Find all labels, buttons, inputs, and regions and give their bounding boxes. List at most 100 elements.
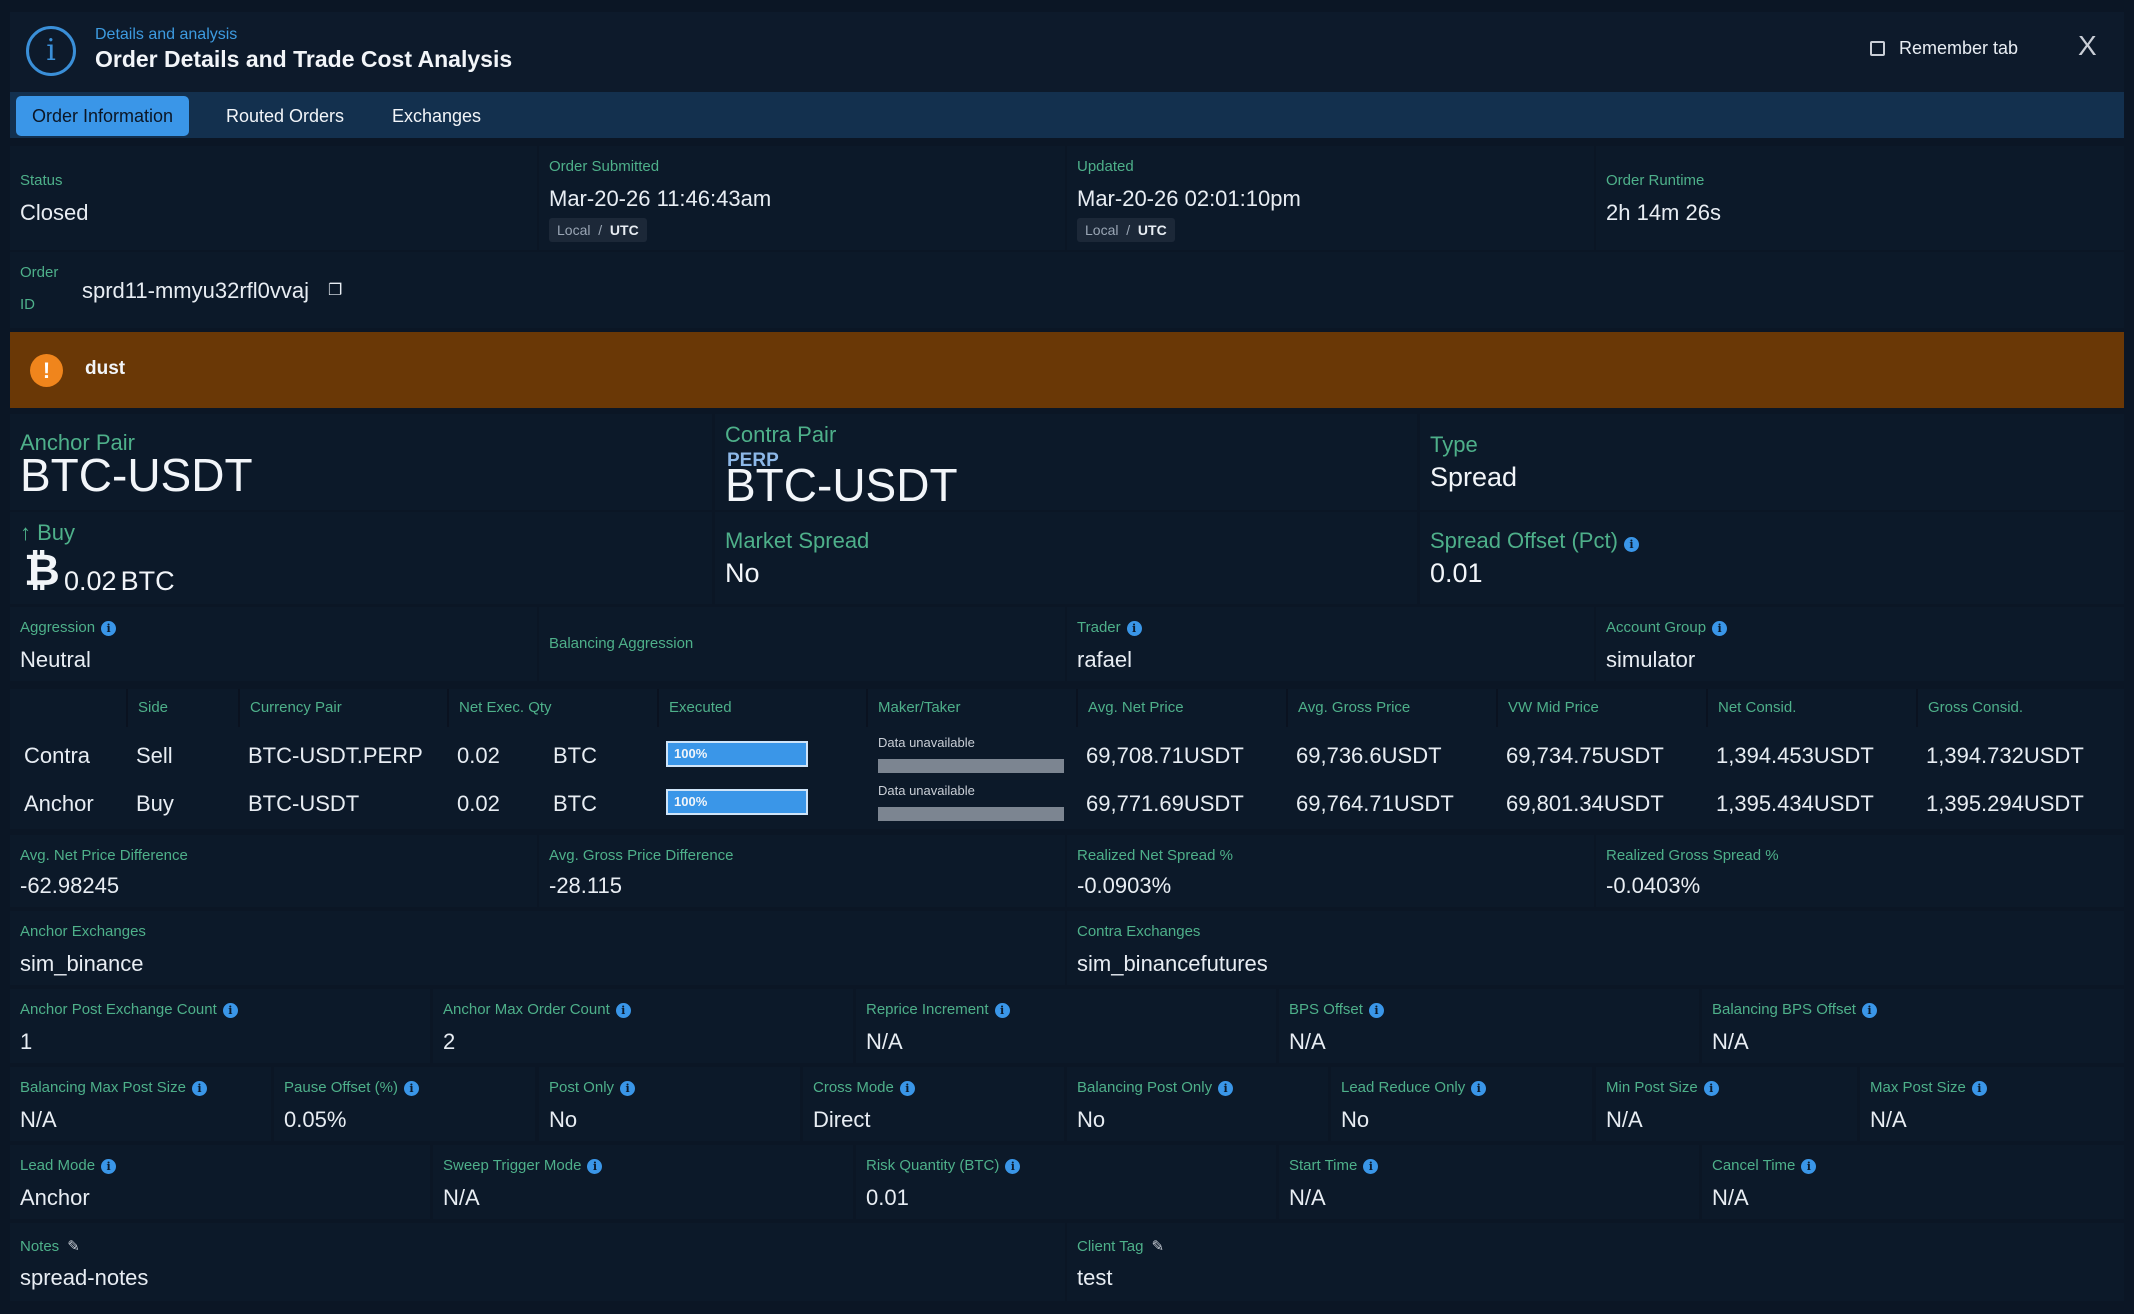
info-icon[interactable]: i bbox=[1363, 1159, 1379, 1174]
param-value: N/A bbox=[1712, 1185, 1749, 1210]
balancing-max-post-size-cell: Balancing Max Post Size i N/A bbox=[10, 1067, 271, 1141]
info-icon[interactable]: i bbox=[1801, 1159, 1817, 1174]
timezone-toggle[interactable]: Local / UTC bbox=[549, 218, 647, 242]
side-qty-cell: ↑ Buy ₿ 0.02 BTC bbox=[10, 512, 712, 604]
type-cell: Type Spread bbox=[1420, 414, 2124, 510]
param-value: N/A bbox=[1870, 1107, 1907, 1132]
status-label: Status bbox=[20, 172, 63, 189]
post-only-cell: Post Only i No bbox=[539, 1067, 800, 1141]
gross-diff-cell: Avg. Gross Price Difference -28.115 bbox=[539, 835, 1065, 907]
spread-offset-cell: Spread Offset (Pct) i 0.01 bbox=[1420, 512, 2124, 604]
spread-offset-label: Spread Offset (Pct) i bbox=[1430, 528, 1639, 554]
maker-taker-label: Data unavailable bbox=[878, 783, 975, 798]
market-spread-label: Market Spread bbox=[725, 528, 870, 553]
account-group-value: simulator bbox=[1606, 647, 1696, 672]
tab-routed-orders[interactable]: Routed Orders bbox=[210, 96, 360, 136]
avg-gross-price: 69,736.6USDT bbox=[1296, 743, 1442, 768]
contra-pair-value: BTC-USDT bbox=[725, 459, 958, 511]
info-icon[interactable]: i bbox=[1623, 537, 1639, 552]
leg-pair: BTC-USDT bbox=[248, 791, 360, 816]
close-icon[interactable]: X bbox=[2078, 32, 2097, 60]
contra-exchanges-label: Contra Exchanges bbox=[1077, 923, 1201, 940]
order-details-modal: i Details and analysis Order Details and… bbox=[0, 0, 2134, 1314]
avg-gross-price: 69,764.71USDT bbox=[1296, 791, 1454, 816]
info-icon[interactable]: i bbox=[899, 1081, 915, 1096]
leg-pair: BTC-USDT.PERP bbox=[248, 743, 423, 768]
param-label: Min Post Size i bbox=[1606, 1079, 1719, 1096]
info-icon[interactable]: i bbox=[994, 1003, 1010, 1018]
remember-tab-toggle[interactable]: Remember tab bbox=[1870, 38, 2018, 59]
param-value: N/A bbox=[866, 1029, 903, 1054]
info-icon[interactable]: i bbox=[1861, 1003, 1877, 1018]
info-icon[interactable]: i bbox=[101, 1159, 117, 1174]
info-icon[interactable]: i bbox=[403, 1081, 419, 1096]
banner-text: dust bbox=[85, 358, 126, 379]
info-icon[interactable]: i bbox=[1368, 1003, 1384, 1018]
pencil-icon[interactable]: ✎ bbox=[1151, 1238, 1164, 1255]
col-avg-gross-price: Avg. Gross Price bbox=[1286, 689, 1410, 727]
param-label: Reprice Increment i bbox=[866, 1001, 1010, 1018]
notes-value: spread-notes bbox=[20, 1265, 149, 1290]
trader-value: rafael bbox=[1077, 647, 1133, 672]
param-label: Cancel Time i bbox=[1712, 1157, 1817, 1174]
net-spread-cell: Realized Net Spread % -0.0903% bbox=[1067, 835, 1594, 907]
gross-diff-label: Avg. Gross Price Difference bbox=[549, 847, 734, 864]
market-spread-value: No bbox=[725, 558, 760, 588]
anchor-exchanges-label: Anchor Exchanges bbox=[20, 923, 146, 940]
col-avg-net-price: Avg. Net Price bbox=[1076, 689, 1184, 727]
param-value: N/A bbox=[1289, 1185, 1326, 1210]
param-label: Anchor Post Exchange Count i bbox=[20, 1001, 238, 1018]
tab-exchanges[interactable]: Exchanges bbox=[376, 96, 497, 136]
copy-icon[interactable]: ❐ bbox=[328, 280, 342, 300]
anchor-post-exchange-count-cell: Anchor Post Exchange Count i 1 bbox=[10, 989, 430, 1063]
info-icon[interactable]: i bbox=[1218, 1081, 1234, 1096]
info-icon[interactable]: i bbox=[615, 1003, 631, 1018]
type-label: Type bbox=[1430, 432, 1478, 457]
param-label: Cross Mode i bbox=[813, 1079, 915, 1096]
gross-spread-value: -0.0403% bbox=[1606, 873, 1701, 898]
account-group-cell: Account Group i simulator bbox=[1596, 607, 2124, 681]
side-label: Buy bbox=[37, 520, 76, 545]
col-side: Side bbox=[126, 689, 168, 727]
warning-icon: ! bbox=[30, 354, 63, 387]
tab-order-information[interactable]: Order Information bbox=[16, 96, 190, 136]
account-group-label: Account Group i bbox=[1606, 619, 1728, 636]
leg-name: Contra bbox=[24, 743, 91, 768]
col-currency-pair: Currency Pair bbox=[238, 689, 342, 727]
param-value: N/A bbox=[20, 1107, 57, 1132]
anchor-pair-value: BTC-USDT bbox=[20, 449, 253, 501]
param-label: Max Post Size i bbox=[1870, 1079, 1987, 1096]
balancing-aggression-cell: Balancing Aggression bbox=[539, 607, 1065, 681]
info-icon[interactable]: i bbox=[101, 621, 117, 636]
leg-name: Anchor bbox=[24, 791, 94, 816]
col-net-exec-qty: Net Exec. Qty bbox=[447, 689, 552, 727]
param-value: 2 bbox=[443, 1029, 456, 1054]
info-icon[interactable]: i bbox=[222, 1003, 238, 1018]
anchor-pair-cell: Anchor Pair BTC-USDT bbox=[10, 414, 712, 510]
info-icon[interactable]: i bbox=[587, 1159, 603, 1174]
order-id-label-1: Order bbox=[20, 264, 59, 281]
contra-exchanges-value: sim_binancefutures bbox=[1077, 951, 1268, 976]
info-icon[interactable]: i bbox=[191, 1081, 207, 1096]
order-id-value: sprd11-mmyu32rfl0vvaj bbox=[82, 278, 310, 303]
param-value: Direct bbox=[813, 1107, 871, 1132]
balancing-aggression-label: Balancing Aggression bbox=[549, 635, 694, 652]
max-post-size-cell: Max Post Size i N/A bbox=[1860, 1067, 2124, 1141]
notes-cell: Notes ✎ spread-notes bbox=[10, 1223, 1065, 1301]
order-runtime-label: Order Runtime bbox=[1606, 172, 1705, 189]
balancing-bps-offset-cell: Balancing BPS Offset i N/A bbox=[1702, 989, 2124, 1063]
info-icon[interactable]: i bbox=[1471, 1081, 1487, 1096]
param-value: No bbox=[549, 1107, 578, 1132]
remember-tab-checkbox[interactable] bbox=[1870, 41, 1885, 56]
info-icon[interactable]: i bbox=[1703, 1081, 1719, 1096]
pencil-icon[interactable]: ✎ bbox=[67, 1238, 80, 1255]
min-post-size-cell: Min Post Size i N/A bbox=[1596, 1067, 1857, 1141]
info-icon: i bbox=[26, 26, 76, 76]
info-icon[interactable]: i bbox=[1971, 1081, 1987, 1096]
info-icon[interactable]: i bbox=[1005, 1159, 1021, 1174]
balancing-post-only-cell: Balancing Post Only i No bbox=[1067, 1067, 1328, 1141]
info-icon[interactable]: i bbox=[1712, 621, 1728, 636]
info-icon[interactable]: i bbox=[1126, 621, 1142, 636]
timezone-toggle[interactable]: Local / UTC bbox=[1077, 218, 1175, 242]
info-icon[interactable]: i bbox=[620, 1081, 636, 1096]
